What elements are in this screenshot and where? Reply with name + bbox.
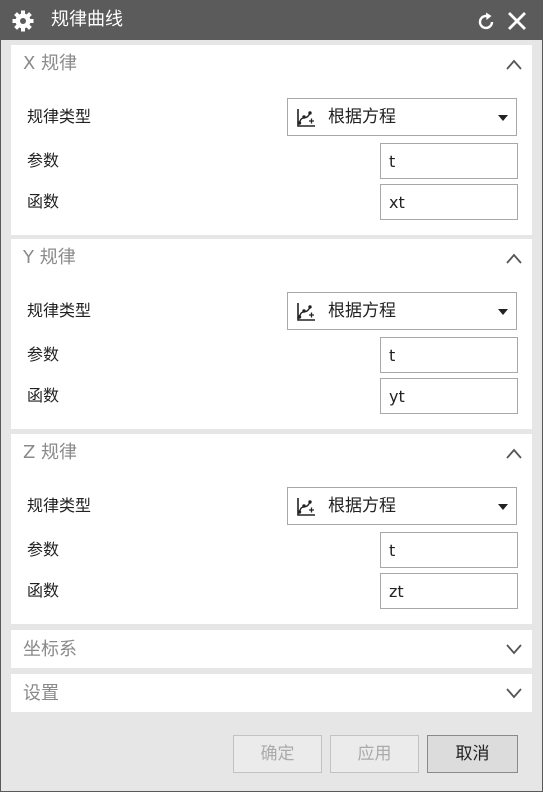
gear-icon <box>12 10 34 32</box>
param-label: 参数 <box>27 151 60 170</box>
param-label: 参数 <box>27 345 60 364</box>
function-input[interactable] <box>380 184 518 220</box>
settings-section[interactable]: 设置 <box>11 674 532 712</box>
chevron-down-icon[interactable] <box>505 642 523 656</box>
equation-law-icon <box>297 498 315 516</box>
title-bar: 规律曲线 <box>1 1 542 40</box>
equation-law-icon <box>297 109 315 127</box>
section-title: 设置 <box>23 683 59 704</box>
window-title: 规律曲线 <box>51 9 123 30</box>
coordinate-system-section[interactable]: 坐标系 <box>11 630 532 668</box>
law-type-select[interactable]: 根据方程 <box>287 292 517 330</box>
param-input[interactable] <box>380 337 518 373</box>
function-label: 函数 <box>27 386 60 405</box>
x-law-header[interactable]: X 规律 <box>11 45 532 85</box>
dropdown-arrow-icon <box>498 504 508 510</box>
law-type-label: 规律类型 <box>27 107 92 126</box>
function-input[interactable] <box>380 378 518 414</box>
function-label: 函数 <box>27 581 60 600</box>
section-title: Z 规律 <box>23 442 78 463</box>
law-type-value: 根据方程 <box>328 301 396 321</box>
law-type-label: 规律类型 <box>27 496 92 515</box>
y-law-header[interactable]: Y 规律 <box>11 239 532 279</box>
z-law-header[interactable]: Z 规律 <box>11 434 532 474</box>
function-label: 函数 <box>27 192 60 211</box>
chevron-up-icon[interactable] <box>505 252 523 266</box>
param-input[interactable] <box>380 143 518 179</box>
param-label: 参数 <box>27 540 60 559</box>
law-type-select[interactable]: 根据方程 <box>287 487 517 525</box>
chevron-up-icon[interactable] <box>505 58 523 72</box>
cancel-button[interactable]: 取消 <box>427 735 518 773</box>
chevron-down-icon[interactable] <box>505 686 523 700</box>
function-input[interactable] <box>380 573 518 609</box>
y-law-section: Y 规律 规律类型 根据方程 参数 函数 <box>11 239 532 429</box>
close-icon[interactable] <box>507 11 527 31</box>
dropdown-arrow-icon <box>498 115 508 121</box>
equation-law-icon <box>297 303 315 321</box>
section-title: 坐标系 <box>23 639 77 660</box>
apply-button[interactable]: 应用 <box>330 735 419 773</box>
law-type-value: 根据方程 <box>328 496 396 516</box>
law-type-label: 规律类型 <box>27 301 92 320</box>
section-title: Y 规律 <box>23 247 76 268</box>
law-curve-dialog: 规律曲线 X 规律 规律类型 根据方程 参数 t 函数 xt Y 规律 规律类型… <box>0 0 543 792</box>
law-type-value: 根据方程 <box>328 107 396 127</box>
x-law-section: X 规律 规律类型 根据方程 参数 函数 <box>11 45 532 235</box>
z-law-section: Z 规律 规律类型 根据方程 参数 函数 <box>11 434 532 624</box>
section-title: X 规律 <box>23 53 78 74</box>
chevron-up-icon[interactable] <box>505 447 523 461</box>
param-input[interactable] <box>380 532 518 568</box>
dropdown-arrow-icon <box>498 309 508 315</box>
law-type-select[interactable]: 根据方程 <box>287 98 517 136</box>
ok-button[interactable]: 确定 <box>233 735 322 773</box>
reset-icon[interactable] <box>475 11 497 33</box>
